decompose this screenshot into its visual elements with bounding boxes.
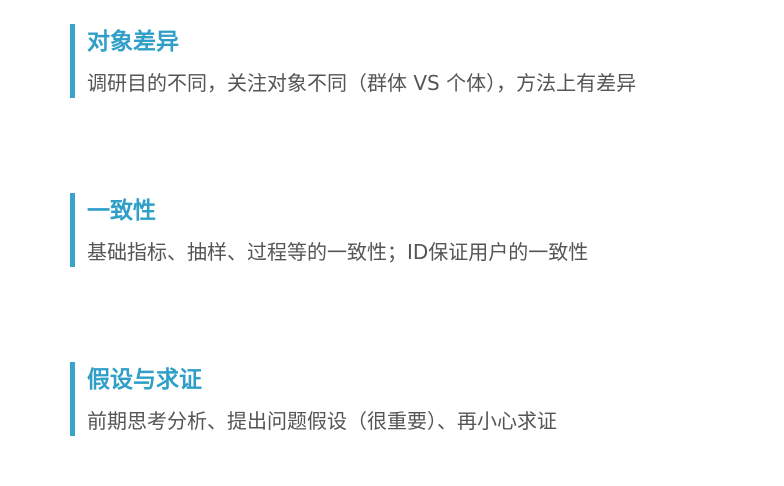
section-title: 一致性 [87,198,156,224]
section-description: 基础指标、抽样、过程等的一致性；ID保证用户的一致性 [87,240,589,264]
accent-bar [70,193,75,267]
section-title: 假设与求证 [87,367,202,393]
section-description: 调研目的不同，关注对象不同（群体 VS 个体），方法上有差异 [87,71,637,95]
section-description: 前期思考分析、提出问题假设（很重要）、再小心求证 [87,409,557,433]
accent-bar [70,24,75,98]
accent-bar [70,362,75,436]
section-title: 对象差异 [87,29,179,55]
